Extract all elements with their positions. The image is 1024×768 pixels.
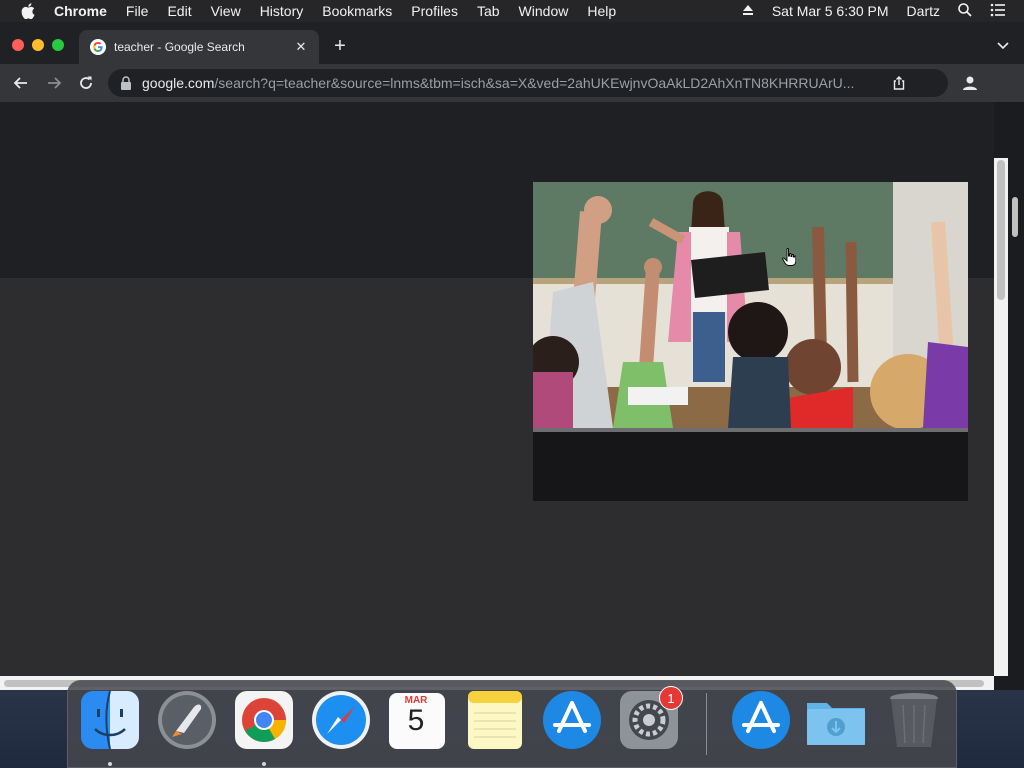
eject-icon[interactable] — [742, 3, 754, 19]
menu-view[interactable]: View — [211, 0, 241, 22]
menu-profiles[interactable]: Profiles — [411, 0, 458, 22]
url-host: google.com — [142, 75, 215, 91]
hand-cursor-icon — [782, 248, 796, 266]
dock-trash[interactable] — [883, 689, 945, 751]
dock-finder[interactable] — [79, 689, 141, 751]
menu-history[interactable]: History — [260, 0, 304, 22]
dock-app-store-download[interactable] — [730, 689, 792, 751]
image-preview-panel — [533, 182, 968, 501]
vertical-scrollbar[interactable] — [994, 102, 1024, 676]
web-page-content — [0, 102, 994, 676]
tab-strip: teacher - Google Search ✕ + — [0, 22, 1024, 64]
dock-safari[interactable] — [310, 689, 372, 751]
back-button[interactable] — [11, 73, 31, 93]
menu-window[interactable]: Window — [519, 0, 569, 22]
menu-bar-clock[interactable]: Sat Mar 5 6:30 PM — [772, 3, 889, 19]
dock-separator — [706, 693, 707, 755]
google-favicon-icon — [90, 39, 106, 55]
control-center-icon[interactable] — [990, 3, 1006, 20]
reload-icon — [80, 76, 92, 89]
tab-title: teacher - Google Search — [114, 40, 245, 54]
window-zoom-button[interactable] — [52, 39, 64, 51]
dock-notes[interactable] — [464, 689, 526, 751]
browser-toolbar: google.com/search?q=teacher&source=lnms&… — [0, 64, 1024, 102]
finder-icon — [81, 690, 139, 750]
menu-bar-status-area: Sat Mar 5 6:30 PM Dartz — [742, 0, 1024, 22]
vertical-scroll-thumb[interactable] — [997, 160, 1005, 300]
launchpad-icon — [158, 691, 216, 749]
teacher-classroom-image[interactable] — [533, 182, 968, 428]
notification-badge: 1 — [659, 686, 683, 710]
dock-calendar[interactable]: MAR 5 — [387, 689, 449, 751]
spotlight-search-icon[interactable] — [958, 2, 972, 20]
new-tab-button[interactable]: + — [330, 35, 350, 57]
apple-menu-icon[interactable] — [20, 3, 36, 19]
lock-icon[interactable] — [120, 76, 132, 90]
forward-button[interactable] — [44, 73, 64, 93]
menu-file[interactable]: File — [126, 0, 149, 22]
safari-icon — [312, 691, 370, 749]
tab-search-chevron-icon[interactable] — [996, 38, 1010, 52]
url-path: /search?q=teacher&source=lnms&tbm=isch&s… — [214, 75, 855, 91]
app-store-icon — [543, 691, 601, 749]
dock-running-indicator — [262, 762, 266, 766]
image-caption-bar — [533, 428, 968, 432]
notes-icon — [468, 691, 522, 749]
menu-edit[interactable]: Edit — [167, 0, 191, 22]
menu-help[interactable]: Help — [587, 0, 616, 22]
menu-bookmarks[interactable]: Bookmarks — [322, 0, 392, 22]
address-bar-url[interactable]: google.com/search?q=teacher&source=lnms&… — [142, 75, 882, 91]
app-store-icon — [732, 691, 790, 749]
window-minimize-button[interactable] — [32, 39, 44, 51]
back-arrow-icon — [13, 77, 27, 89]
forward-arrow-icon — [48, 77, 62, 89]
downloads-folder-icon — [807, 703, 865, 745]
window-scroll-thumb[interactable] — [1012, 197, 1018, 237]
menu-tab[interactable]: Tab — [477, 0, 500, 22]
tab-google-search[interactable]: teacher - Google Search ✕ — [79, 30, 319, 64]
tab-close-icon[interactable]: ✕ — [293, 39, 309, 55]
address-bar[interactable]: google.com/search?q=teacher&source=lnms&… — [108, 69, 948, 97]
menu-bar: Chrome File Edit View History Bookmarks … — [0, 0, 1024, 22]
reload-button[interactable] — [76, 73, 96, 93]
dock-chrome[interactable] — [233, 689, 295, 751]
window-close-button[interactable] — [12, 39, 24, 51]
dock-launchpad[interactable] — [156, 689, 218, 751]
dock-downloads-folder[interactable] — [805, 689, 867, 751]
profile-avatar-icon[interactable] — [960, 73, 980, 93]
menu-bar-user[interactable]: Dartz — [907, 3, 940, 19]
dock-app-store[interactable] — [541, 689, 603, 751]
dock-running-indicator — [108, 762, 112, 766]
chrome-icon — [235, 691, 293, 749]
trash-icon — [890, 693, 938, 747]
menu-app-chrome[interactable]: Chrome — [54, 0, 107, 22]
dock: MAR 5 1 — [67, 680, 957, 768]
calendar-day: 5 — [407, 704, 425, 737]
share-icon[interactable] — [892, 76, 906, 90]
